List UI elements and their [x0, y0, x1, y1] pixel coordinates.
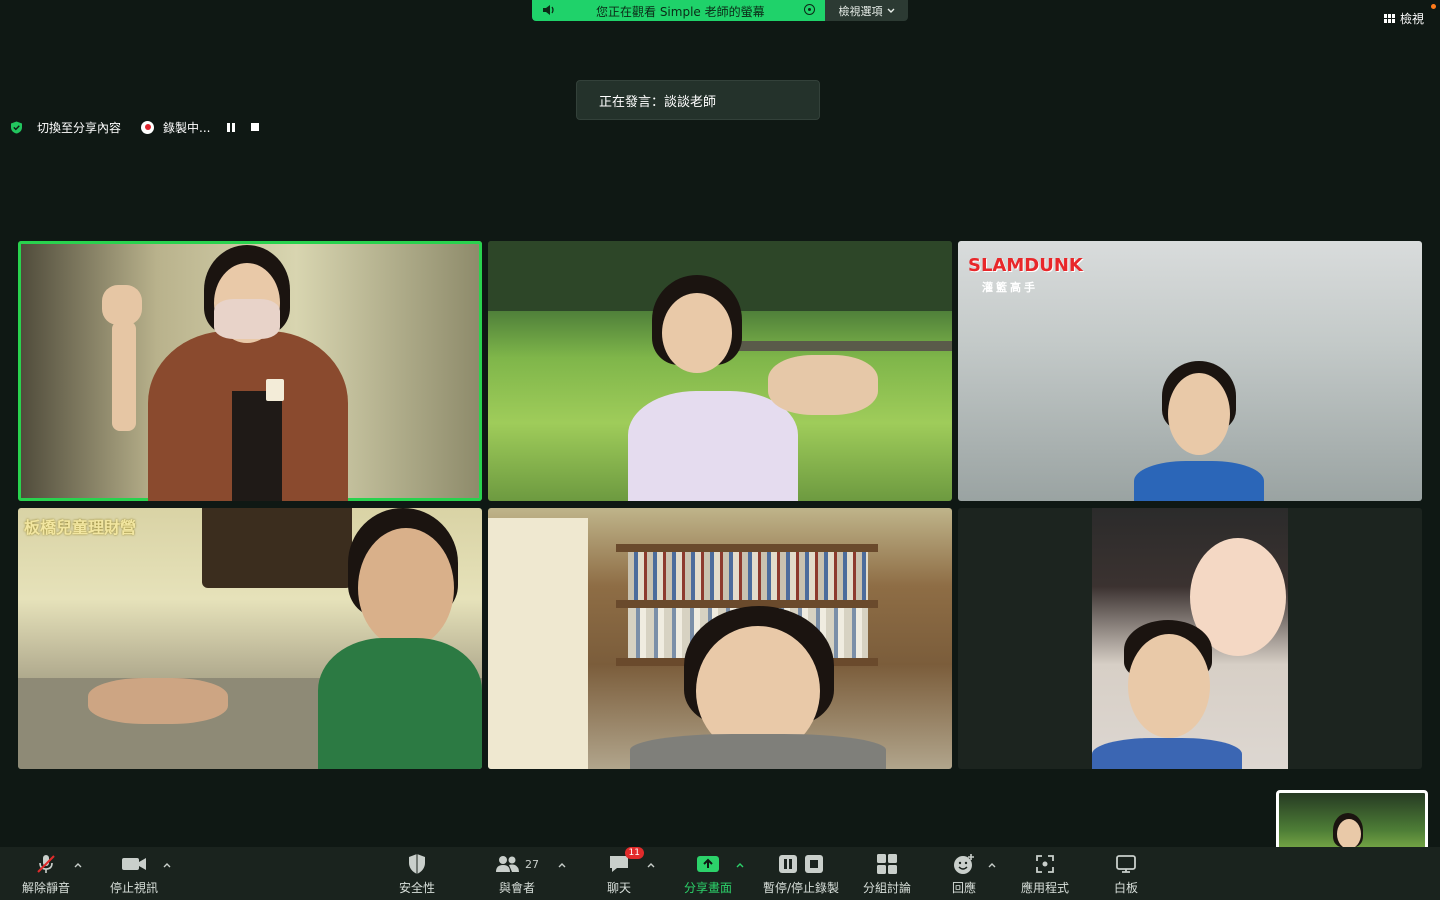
- unmute-button[interactable]: 解除靜音: [14, 847, 78, 900]
- meeting-toolbar: 解除靜音 停止視訊 安全性 27 與會者 11 聊天 分享畫面 暫停/停止錄製 …: [0, 847, 1440, 900]
- encryption-shield-icon[interactable]: [10, 121, 23, 134]
- reactions-button[interactable]: 回應: [944, 847, 984, 900]
- video-tile[interactable]: 板橋兒童理財營: [18, 508, 482, 769]
- share-chevron-up-icon[interactable]: [736, 861, 744, 869]
- stop-viewing-icon[interactable]: [804, 4, 815, 15]
- video-options-chevron-up-icon[interactable]: [163, 861, 171, 869]
- meeting-status-bar: 切換至分享內容 錄製中...: [10, 118, 260, 136]
- view-label: 檢視: [1399, 12, 1424, 26]
- active-speaker-text: 正在發言：談談老師: [599, 94, 717, 110]
- view-options-button[interactable]: 檢視選項: [825, 0, 908, 21]
- apps-button[interactable]: 應用程式: [1014, 847, 1076, 900]
- video-camera-icon: [122, 858, 146, 870]
- share-screen-icon: [697, 856, 719, 872]
- grid-view-icon: [1383, 14, 1395, 23]
- apps-icon: [1036, 855, 1054, 873]
- pause-stop-recording-button[interactable]: 暫停/停止錄製: [758, 847, 844, 900]
- security-button[interactable]: 安全性: [386, 847, 448, 900]
- breakout-rooms-label: 分組討論: [862, 881, 911, 895]
- switch-to-share-link[interactable]: 切換至分享內容: [37, 119, 121, 136]
- share-banner-text: 您正在觀看 Simple 老師的螢幕: [596, 5, 765, 19]
- active-speaker-indicator: 正在發言：談談老師: [576, 80, 820, 120]
- stop-icon: [805, 855, 823, 873]
- whiteboard-button[interactable]: 白板: [1104, 847, 1148, 900]
- participant-video: [1092, 508, 1288, 769]
- breakout-rooms-button[interactable]: 分組討論: [858, 847, 916, 900]
- pause-icon: [779, 855, 797, 873]
- stop-video-button[interactable]: 停止視訊: [102, 847, 166, 900]
- chat-chevron-up-icon[interactable]: [647, 861, 655, 869]
- shield-icon: [409, 854, 425, 874]
- video-tile-active-speaker[interactable]: [18, 241, 482, 501]
- video-tile[interactable]: [488, 508, 952, 769]
- security-label: 安全性: [398, 881, 435, 895]
- reactions-label: 回應: [951, 881, 976, 895]
- chevron-down-icon: [887, 8, 894, 13]
- chat-unread-badge: 11: [624, 847, 644, 859]
- video-tile[interactable]: SLAMDUNK 灌籃高手: [958, 241, 1422, 501]
- speaker-icon: [543, 5, 554, 15]
- share-banner: 您正在觀看 Simple 老師的螢幕 檢視選項: [532, 0, 908, 21]
- whiteboard-icon: [1116, 855, 1136, 873]
- slam-dunk-subtitle: 灌籃高手: [982, 281, 1038, 294]
- participants-button[interactable]: 27 與會者: [486, 847, 548, 900]
- pause-recording-icon[interactable]: [227, 122, 236, 132]
- recording-icon: [141, 120, 155, 134]
- virtual-background-title: 板橋兒童理財營: [24, 518, 137, 537]
- audio-options-chevron-up-icon[interactable]: [74, 861, 82, 869]
- view-options-label: 檢視選項: [838, 4, 883, 18]
- whiteboard-label: 白板: [1113, 881, 1138, 895]
- video-tile[interactable]: [488, 241, 952, 501]
- pause-stop-recording-label: 暫停/停止錄製: [762, 881, 840, 895]
- view-button[interactable]: 檢視: [1383, 10, 1424, 27]
- reactions-chevron-up-icon[interactable]: [988, 861, 996, 869]
- muted-microphone-icon: [37, 855, 55, 873]
- emoji-reaction-icon: [954, 854, 974, 874]
- stop-video-label: 停止視訊: [109, 881, 158, 895]
- notification-dot: [1431, 4, 1436, 9]
- stop-recording-icon[interactable]: [251, 123, 260, 131]
- share-screen-button[interactable]: 分享畫面: [678, 847, 738, 900]
- apps-label: 應用程式: [1020, 881, 1069, 895]
- participants-label: 與會者: [498, 881, 535, 895]
- recording-label: 錄製中...: [163, 120, 211, 135]
- video-tile[interactable]: [958, 508, 1422, 769]
- participants-count: 27: [525, 857, 539, 871]
- chat-button[interactable]: 11 聊天: [594, 847, 644, 900]
- chat-label: 聊天: [606, 881, 631, 895]
- share-screen-label: 分享畫面: [683, 881, 732, 895]
- participants-icon: [496, 856, 519, 872]
- participants-chevron-up-icon[interactable]: [558, 861, 566, 869]
- share-status: 您正在觀看 Simple 老師的螢幕: [532, 0, 825, 21]
- slam-dunk-logo: SLAMDUNK: [968, 255, 1083, 276]
- breakout-rooms-icon: [877, 854, 897, 874]
- unmute-label: 解除靜音: [21, 881, 70, 895]
